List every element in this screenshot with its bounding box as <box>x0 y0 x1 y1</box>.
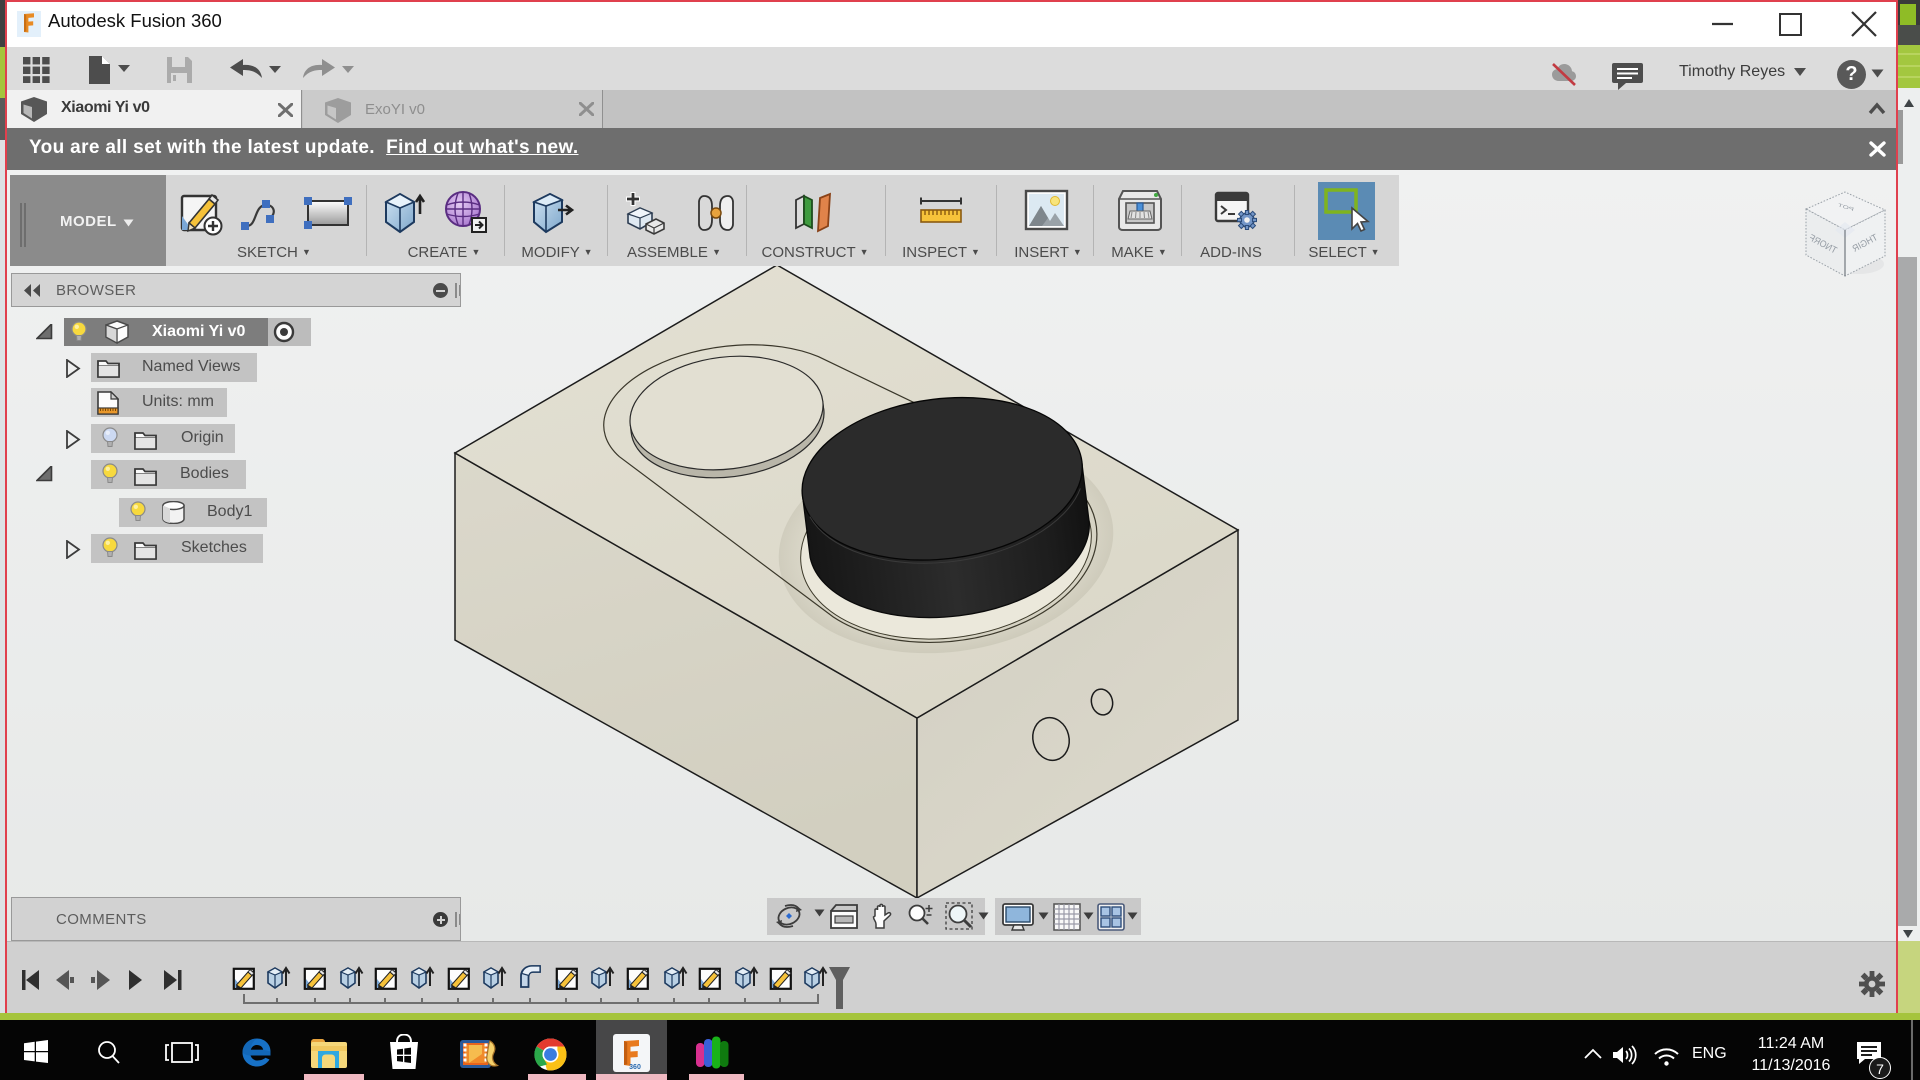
svg-text:360: 360 <box>629 1064 641 1071</box>
